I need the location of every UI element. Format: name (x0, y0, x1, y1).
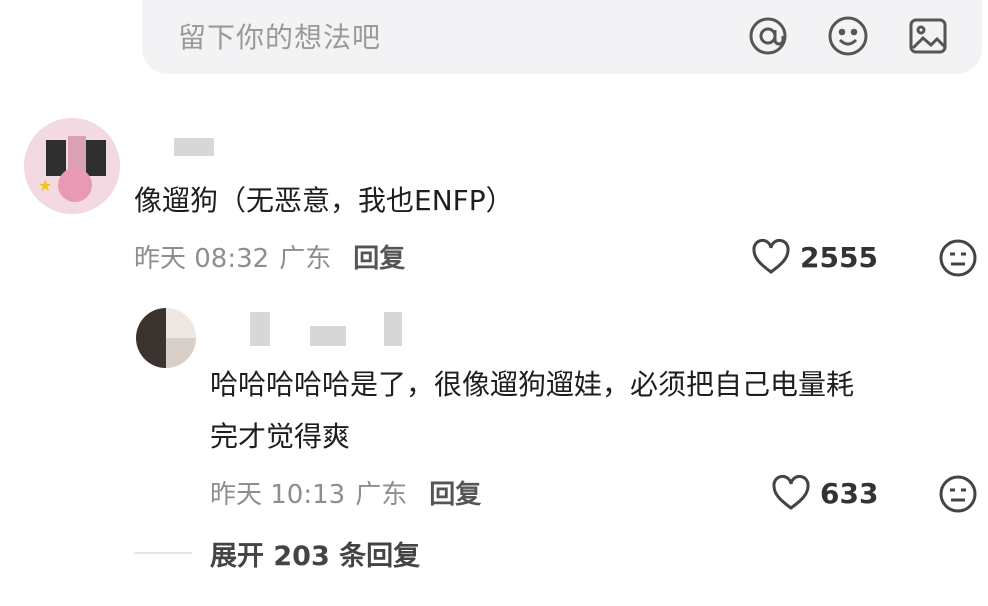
like-button[interactable]: 633 (770, 474, 878, 512)
image-icon[interactable] (906, 14, 950, 58)
comment-input-placeholder[interactable]: 留下你的想法吧 (178, 16, 381, 56)
expand-replies-button[interactable]: 展开 203 条回复 (210, 534, 420, 573)
like-button[interactable]: 2555 (750, 238, 878, 276)
dislike-button[interactable] (938, 474, 978, 514)
username-blurred (250, 312, 270, 346)
username-blurred (384, 312, 402, 346)
reply-location: 广东 (355, 480, 408, 510)
avatar[interactable]: ★ (24, 118, 120, 214)
at-icon[interactable] (746, 14, 790, 58)
dislike-button[interactable] (938, 238, 978, 278)
comment-input-bar[interactable]: 留下你的想法吧 (142, 0, 982, 74)
comment-text: 像遛狗（无恶意，我也ENFP） (134, 184, 514, 217)
reply-text-line1: 哈哈哈哈哈是了，很像遛狗遛娃，必须把自己电量耗 (210, 368, 855, 401)
emoji-icon[interactable] (826, 14, 870, 58)
heart-icon (752, 239, 790, 274)
like-count: 633 (820, 476, 879, 510)
avatar[interactable] (136, 308, 196, 368)
comment-time: 昨天 08:32 (134, 244, 270, 274)
like-count: 2555 (800, 240, 878, 274)
username-blurred (310, 326, 346, 346)
comment-location: 广东 (279, 244, 332, 274)
neutral-face-icon (939, 239, 977, 277)
divider (134, 552, 192, 554)
heart-icon (772, 475, 810, 510)
reply-time: 昨天 10:13 (210, 480, 346, 510)
comment-meta: 昨天 08:32 广东 回复 (134, 238, 405, 275)
neutral-face-icon (939, 475, 977, 513)
reply-meta: 昨天 10:13 广东 回复 (210, 474, 481, 511)
reply-text-line2: 完才觉得爽 (210, 420, 351, 453)
reply-button[interactable]: 回复 (429, 474, 481, 511)
username-blurred (174, 138, 214, 156)
reply-button[interactable]: 回复 (353, 238, 405, 275)
